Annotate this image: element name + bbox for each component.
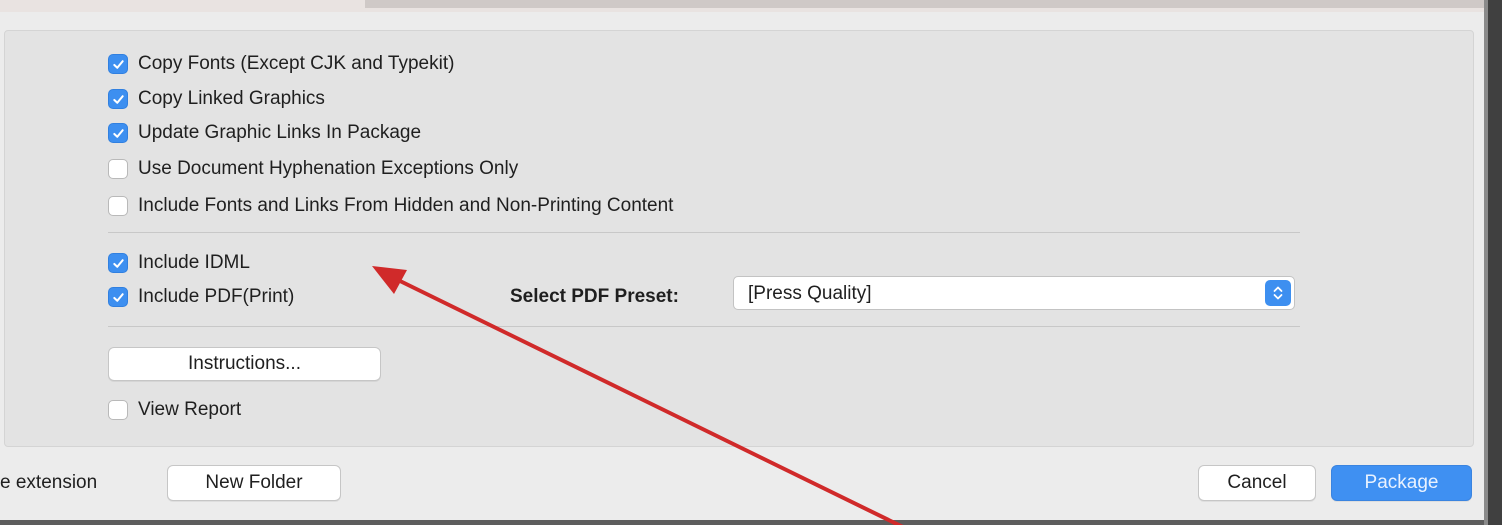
separator [108, 232, 1300, 233]
new-folder-button[interactable]: New Folder [167, 465, 341, 501]
pdf-preset-label: Select PDF Preset: [510, 286, 679, 307]
window-right-edge [1484, 0, 1502, 525]
background-window-strip [0, 0, 1502, 12]
window-edge-highlight [1484, 0, 1488, 525]
include-pdf-checkbox[interactable] [108, 287, 128, 307]
copy-linked-graphics-checkbox[interactable] [108, 89, 128, 109]
include-pdf-option[interactable]: Include PDF(Print) [108, 286, 294, 308]
copy-linked-graphics-label: Copy Linked Graphics [138, 88, 325, 109]
copy-fonts-checkbox[interactable] [108, 54, 128, 74]
include-idml-checkbox[interactable] [108, 253, 128, 273]
include-hidden-content-checkbox[interactable] [108, 196, 128, 216]
separator [108, 326, 1300, 327]
checkmark-icon [112, 258, 124, 268]
update-graphic-links-option[interactable]: Update Graphic Links In Package [108, 122, 421, 144]
include-pdf-label: Include PDF(Print) [138, 286, 295, 307]
copy-linked-graphics-option[interactable]: Copy Linked Graphics [108, 88, 325, 110]
view-report-checkbox[interactable] [108, 400, 128, 420]
pdf-preset-select[interactable]: [Press Quality] [733, 276, 1295, 310]
include-idml-label: Include IDML [138, 252, 250, 273]
background-window-titlebar [365, 0, 1485, 8]
view-report-option[interactable]: View Report [108, 399, 241, 421]
package-button[interactable]: Package [1331, 465, 1472, 501]
checkmark-icon [112, 128, 124, 138]
cancel-button[interactable]: Cancel [1198, 465, 1316, 501]
hide-extension-label: e extension [0, 472, 98, 493]
checkmark-icon [112, 292, 124, 302]
updown-chevron-icon [1265, 280, 1291, 306]
update-graphic-links-label: Update Graphic Links In Package [138, 122, 422, 143]
include-idml-option[interactable]: Include IDML [108, 252, 250, 274]
hyphenation-exceptions-option[interactable]: Use Document Hyphenation Exceptions Only [108, 158, 518, 180]
include-hidden-content-label: Include Fonts and Links From Hidden and … [138, 195, 674, 216]
checkmark-icon [112, 59, 124, 69]
update-graphic-links-checkbox[interactable] [108, 123, 128, 143]
pdf-preset-value: [Press Quality] [748, 283, 872, 304]
instructions-button[interactable]: Instructions... [108, 347, 381, 381]
hyphenation-exceptions-checkbox[interactable] [108, 159, 128, 179]
include-hidden-content-option[interactable]: Include Fonts and Links From Hidden and … [108, 195, 673, 217]
checkmark-icon [112, 94, 124, 104]
hyphenation-exceptions-label: Use Document Hyphenation Exceptions Only [138, 158, 519, 179]
copy-fonts-label: Copy Fonts (Except CJK and Typekit) [138, 53, 455, 74]
copy-fonts-option[interactable]: Copy Fonts (Except CJK and Typekit) [108, 53, 454, 75]
view-report-label: View Report [138, 399, 242, 420]
dialog-bottom-border [0, 520, 1484, 525]
